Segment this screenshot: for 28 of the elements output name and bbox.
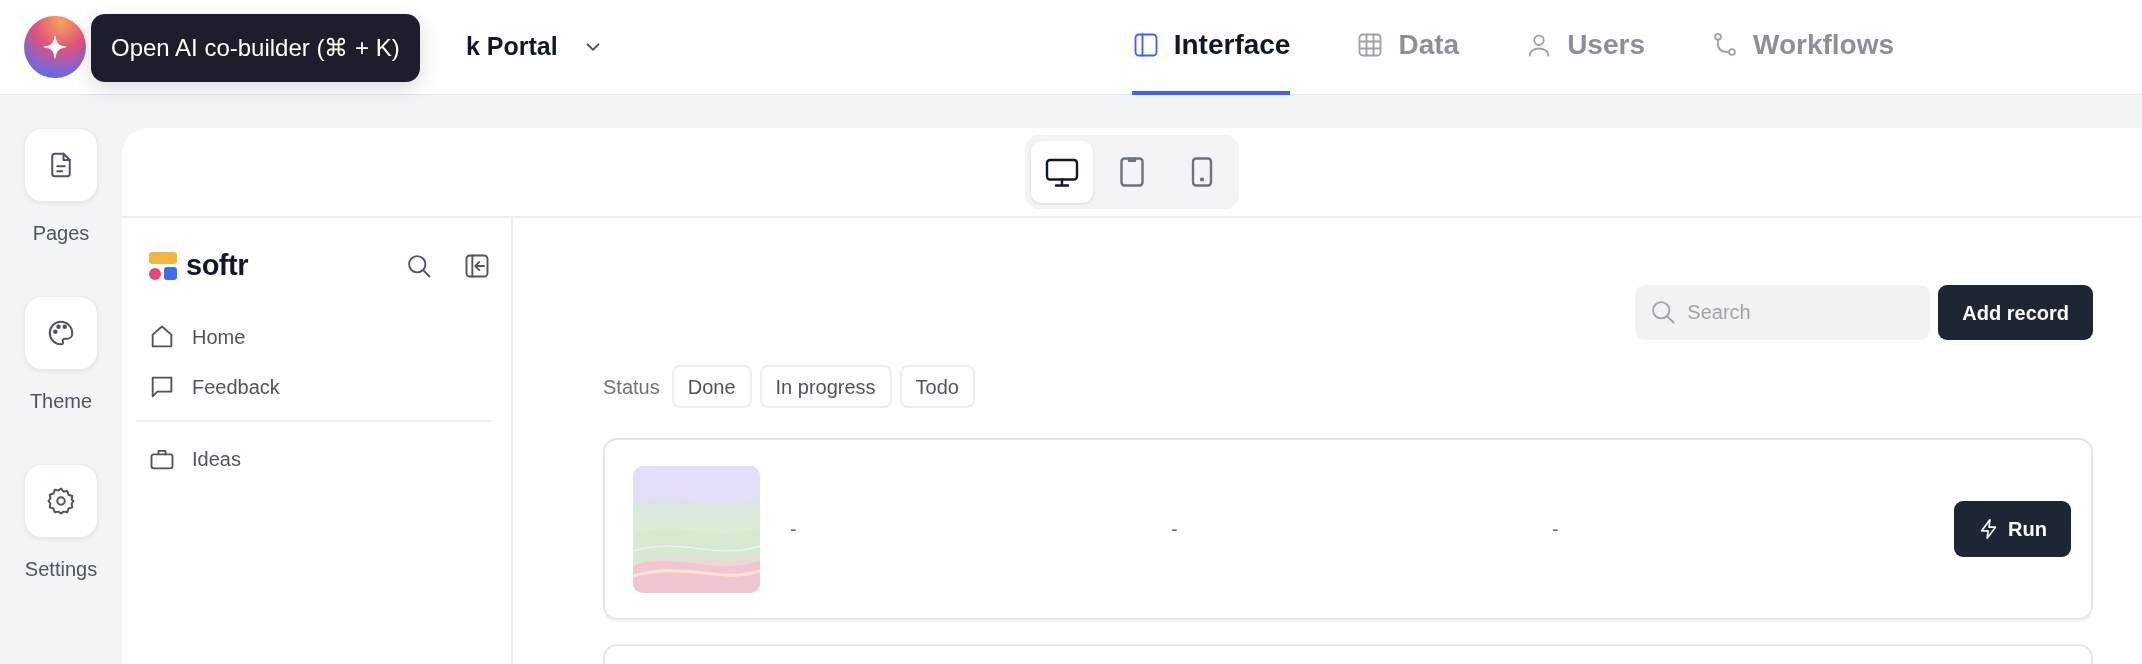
rail-label: Pages	[32, 221, 90, 246]
field-value: -	[1171, 518, 1178, 540]
rail-label: Theme	[29, 389, 93, 414]
brand-logo-icon	[148, 250, 178, 281]
nav-tab[interactable]: Interface	[1131, 0, 1291, 95]
filter-chip[interactable]: Todo	[899, 365, 975, 408]
filter-chip[interactable]: In progress	[759, 365, 892, 408]
sidebar-item[interactable]: Home	[148, 311, 491, 362]
rail-label: Settings	[24, 557, 98, 582]
app-title: k Portal	[466, 31, 558, 63]
rail-button[interactable]	[24, 128, 98, 202]
field-value: -	[1552, 518, 1559, 540]
search-field[interactable]: Search	[1635, 285, 1931, 340]
palette-icon	[46, 318, 76, 348]
settings-icon	[46, 486, 76, 516]
sidebar-item[interactable]: Feedback	[148, 361, 491, 412]
device-toggle[interactable]	[1031, 141, 1093, 203]
filter-chip[interactable]: Done	[671, 365, 752, 408]
rail-button[interactable]	[24, 296, 98, 370]
rail-button[interactable]	[24, 464, 98, 538]
field-value: -	[790, 518, 797, 540]
filter-label: Status	[603, 374, 660, 400]
run-button[interactable]: Run	[1954, 501, 2071, 557]
sidebar-item[interactable]: Ideas	[148, 433, 491, 484]
tooltip: Open AI co-builder (⌘ + K)	[91, 14, 420, 82]
sparkle-icon	[42, 34, 68, 60]
add-record-button[interactable]: Add record	[1938, 285, 2093, 340]
brand-name: softr	[186, 248, 248, 283]
